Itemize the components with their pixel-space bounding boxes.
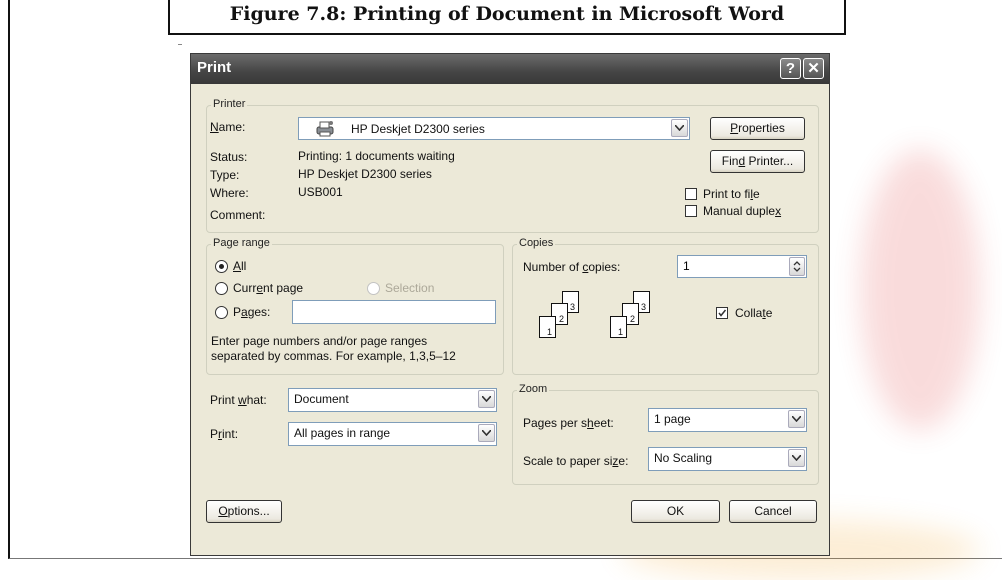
pages-per-sheet-value: 1 page <box>654 412 691 426</box>
pages-input[interactable] <box>292 300 496 324</box>
collate-page-1b: 1 <box>610 316 627 338</box>
chevron-down-icon[interactable] <box>788 449 805 467</box>
page-range-legend: Page range <box>211 237 272 249</box>
where-value: USB001 <box>298 185 343 199</box>
print-to-file-checkbox[interactable] <box>685 188 697 200</box>
printer-name-select[interactable]: HP Deskjet D2300 series <box>298 117 690 140</box>
current-page-label: Current page <box>233 281 304 295</box>
pages-per-sheet-label: Pages per sheet: <box>523 416 614 430</box>
copies-legend: Copies <box>517 237 556 249</box>
cancel-button[interactable]: Cancel <box>729 500 817 523</box>
pages-label: Pages: <box>233 305 271 319</box>
scale-to-paper-select[interactable]: No Scaling <box>648 447 807 471</box>
scale-to-paper-value: No Scaling <box>654 451 713 465</box>
print-value: All pages in range <box>294 426 391 440</box>
selection-radio[interactable] <box>367 282 380 295</box>
collate-page-1a: 1 <box>539 316 556 338</box>
print-label: Print: <box>210 427 239 441</box>
copies-input[interactable]: 1 <box>677 255 807 278</box>
background-decoration <box>860 150 980 430</box>
type-value: HP Deskjet D2300 series <box>298 167 432 181</box>
current-page-radio[interactable] <box>215 282 228 295</box>
selection-label: Selection <box>385 281 435 295</box>
all-radio[interactable] <box>215 260 228 273</box>
print-what-label: Print what: <box>210 393 267 407</box>
chevron-down-icon[interactable] <box>478 390 495 408</box>
print-select[interactable]: All pages in range <box>288 422 497 446</box>
find-printer-button[interactable]: Find Printer... <box>710 150 805 173</box>
stray-mark <box>178 44 182 45</box>
collate-checkbox[interactable] <box>716 307 728 319</box>
pages-radio[interactable] <box>215 306 228 319</box>
status-value: Printing: 1 documents waiting <box>298 149 455 163</box>
print-dialog: Print ? ✕ Printer Name: HP Deskjet D2300… <box>190 53 830 556</box>
printer-name-value: HP Deskjet D2300 series <box>351 122 485 136</box>
number-of-copies-label: Number of copies: <box>523 260 621 274</box>
properties-button[interactable]: Properties <box>710 117 805 140</box>
copies-spinner[interactable] <box>789 257 805 276</box>
pages-per-sheet-select[interactable]: 1 page <box>648 408 807 432</box>
ok-button[interactable]: OK <box>631 500 720 523</box>
where-label: Where: <box>210 186 249 200</box>
printer-name-label: Name: <box>210 120 246 134</box>
status-label: Status: <box>210 150 248 164</box>
dialog-title: Print <box>197 59 232 76</box>
comment-label: Comment: <box>210 208 266 222</box>
print-what-value: Document <box>294 392 349 406</box>
collate-label: Collate <box>735 306 773 320</box>
help-icon[interactable]: ? <box>780 58 801 79</box>
page-range-hint-line2: separated by commas. For example, 1,3,5–… <box>211 349 456 363</box>
close-icon[interactable]: ✕ <box>803 58 824 79</box>
checkmark-icon <box>718 309 727 317</box>
copies-value: 1 <box>683 259 690 273</box>
all-label: All <box>233 259 247 273</box>
manual-duplex-label: Manual duplex <box>703 204 782 218</box>
type-label: Type: <box>210 168 240 182</box>
chevron-down-icon[interactable] <box>478 424 495 442</box>
title-bar: Print ? ✕ <box>191 54 829 84</box>
manual-duplex-checkbox[interactable] <box>685 205 697 217</box>
zoom-legend: Zoom <box>517 383 550 395</box>
options-button[interactable]: Options... <box>206 500 282 523</box>
chevron-down-icon[interactable] <box>671 119 688 137</box>
print-to-file-label: Print to file <box>703 187 760 201</box>
figure-caption: Figure 7.8: Printing of Document in Micr… <box>168 0 846 35</box>
print-what-select[interactable]: Document <box>288 388 497 412</box>
printer-legend: Printer <box>211 98 248 110</box>
page-range-hint-line1: Enter page numbers and/or page ranges <box>211 334 428 348</box>
printer-icon <box>315 120 335 140</box>
scale-to-paper-label: Scale to paper size: <box>523 454 629 468</box>
chevron-down-icon[interactable] <box>788 410 805 428</box>
